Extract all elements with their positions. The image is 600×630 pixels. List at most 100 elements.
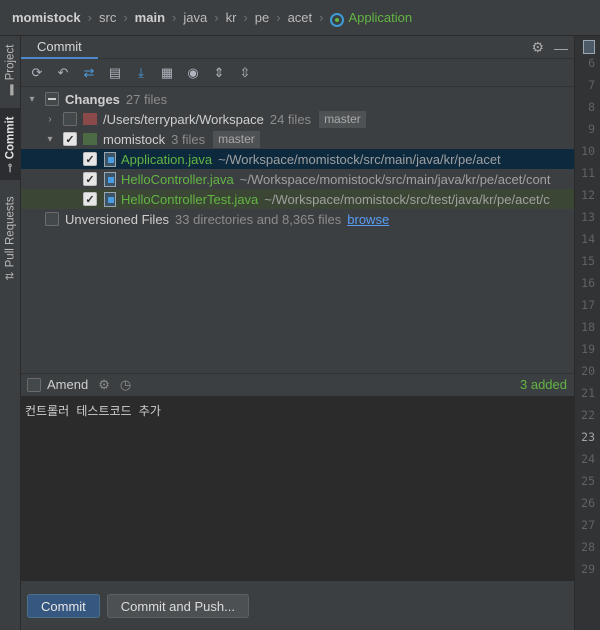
line-number: 14 [581, 232, 595, 246]
tab-project[interactable]: ▬ Project [0, 36, 21, 104]
line-number: 6 [588, 56, 595, 70]
breadcrumb-item-project[interactable]: momistock [12, 10, 81, 25]
breadcrumb-item-kr[interactable]: kr [226, 10, 237, 25]
browse-link[interactable]: browse [347, 212, 389, 227]
gear-icon[interactable]: ⚙ [98, 377, 110, 393]
branch-badge: master [319, 110, 366, 128]
diff-icon[interactable]: ⇄ [79, 63, 99, 83]
tree-node-repo-momistock[interactable]: ▾ ✓ momistock 3 files master [21, 129, 574, 149]
tab-pull-requests[interactable]: ⇅ Pull Requests [0, 188, 21, 288]
tree-node-changes[interactable]: ▾ Changes 27 files [21, 89, 574, 109]
commit-panel: Commit ⚙ — ⟳ ↶ ⇄ ▤ ⤓ ▦ ◉ ⇕ ⇳ ▾ Changes 2… [21, 36, 574, 630]
amend-row: Amend ⚙ ◷ 3 added [21, 373, 574, 395]
file-checkbox[interactable]: ✓ [83, 172, 97, 186]
line-number: 12 [581, 188, 595, 202]
file-path: ~/Workspace/momistock/src/main/java/kr/p… [218, 151, 501, 167]
java-file-icon [103, 172, 117, 187]
line-number: 19 [581, 342, 595, 356]
line-number: 10 [581, 144, 595, 158]
changes-checkbox[interactable] [45, 92, 59, 106]
line-number: 25 [581, 474, 595, 488]
eye-icon[interactable]: ◉ [183, 63, 203, 83]
panel-tab-commit[interactable]: Commit [21, 36, 98, 59]
expand-all-icon[interactable]: ⇕ [209, 63, 229, 83]
tree-node-unversioned[interactable]: Unversioned Files 33 directories and 8,3… [21, 209, 574, 229]
file-checkbox[interactable]: ✓ [83, 152, 97, 166]
gear-icon[interactable]: ⚙ [531, 39, 544, 56]
line-number: 9 [588, 122, 595, 136]
repo-workspace-path: /Users/terrypark/Workspace [103, 111, 264, 127]
java-file-icon [103, 152, 117, 167]
tab-commit[interactable]: ⊸ Commit [0, 108, 21, 180]
folder-icon: ▬ [4, 84, 17, 96]
line-number: 21 [581, 386, 595, 400]
file-path: ~/Workspace/momistock/src/test/java/kr/p… [264, 191, 550, 207]
rollback-icon[interactable]: ↶ [53, 63, 73, 83]
panel-header: Commit ⚙ — [21, 36, 574, 59]
branch-badge: master [213, 130, 260, 148]
breadcrumb-item-pe[interactable]: pe [255, 10, 269, 25]
commit-message-field[interactable]: 컨트롤러 테스트코드 추가 [21, 396, 574, 581]
commit-and-push-button[interactable]: Commit and Push... [106, 594, 249, 618]
repo-workspace-count: 24 files [269, 111, 312, 127]
update-icon[interactable]: ⤓ [131, 63, 151, 83]
repo-momistock-checkbox[interactable]: ✓ [63, 132, 77, 146]
chevron-right-icon: › [276, 10, 281, 25]
file-row-application[interactable]: ✓ Application.java ~/Workspace/momistock… [21, 149, 574, 169]
line-number: 22 [581, 408, 595, 422]
unversioned-checkbox[interactable] [45, 212, 59, 226]
amend-checkbox[interactable] [27, 377, 41, 392]
commit-icon: ⊸ [5, 162, 17, 173]
editor-gutter: 6 7 8 9 10 11 12 13 14 15 16 17 18 19 20 21 22 23 24 25 26 27… [574, 36, 600, 630]
chevron-right-icon: › [319, 10, 324, 25]
minimize-icon[interactable]: — [554, 40, 568, 56]
changes-tree: ▾ Changes 27 files › /Users/terrypark/Wo… [21, 87, 574, 367]
line-number: 8 [588, 100, 595, 114]
line-number: 24 [581, 452, 595, 466]
added-count: 3 added [520, 377, 567, 392]
chevron-down-icon[interactable]: ▾ [43, 134, 57, 145]
spring-app-icon [330, 12, 345, 27]
pull-request-icon: ⇅ [5, 270, 17, 281]
file-checkbox[interactable]: ✓ [83, 192, 97, 206]
changes-count: 27 files [125, 91, 168, 107]
breadcrumb-item-acet[interactable]: acet [288, 10, 313, 25]
commit-toolbar: ⟳ ↶ ⇄ ▤ ⤓ ▦ ◉ ⇕ ⇳ [21, 59, 574, 87]
line-number: 23 [581, 430, 595, 444]
chevron-down-icon[interactable]: ▾ [25, 94, 39, 105]
tree-node-repo-workspace[interactable]: › /Users/terrypark/Workspace 24 files ma… [21, 109, 574, 129]
collapse-all-icon[interactable]: ⇳ [235, 63, 255, 83]
tab-project-label: Project [4, 44, 17, 81]
line-number: 20 [581, 364, 595, 378]
file-path: ~/Workspace/momistock/src/main/java/kr/p… [239, 171, 551, 187]
file-name: Application.java [121, 151, 213, 167]
clock-icon[interactable]: ◷ [120, 377, 131, 393]
line-number: 16 [581, 276, 595, 290]
line-number: 17 [581, 298, 595, 312]
chevron-right-icon: › [87, 10, 92, 25]
breadcrumb-item-main[interactable]: main [135, 10, 165, 25]
group-by-icon[interactable]: ▦ [157, 63, 177, 83]
commit-buttons: Commit Commit and Push... [21, 589, 574, 623]
line-number: 13 [581, 210, 595, 224]
breadcrumb-item-java[interactable]: java [183, 10, 207, 25]
tab-pull-requests-label: Pull Requests [4, 195, 17, 267]
repo-workspace-checkbox[interactable] [63, 112, 77, 126]
chevron-right-icon: › [243, 10, 248, 25]
refresh-icon[interactable]: ⟳ [27, 63, 47, 83]
file-name: HelloController.java [121, 171, 234, 187]
breadcrumb-item-application[interactable]: Application [348, 10, 412, 25]
folder-icon [83, 113, 97, 125]
line-number: 7 [588, 78, 595, 92]
line-number: 29 [581, 562, 595, 576]
file-row-hello-controller[interactable]: ✓ HelloController.java ~/Workspace/momis… [21, 169, 574, 189]
file-row-hello-controller-test[interactable]: ✓ HelloControllerTest.java ~/Workspace/m… [21, 189, 574, 209]
breadcrumb-item-src[interactable]: src [99, 10, 116, 25]
chevron-right-icon: › [214, 10, 219, 25]
line-number: 11 [581, 166, 595, 180]
chevron-right-icon[interactable]: › [43, 114, 57, 125]
repo-momistock-name: momistock [103, 131, 166, 147]
file-icon [583, 40, 595, 54]
commit-button[interactable]: Commit [27, 594, 100, 618]
changelist-icon[interactable]: ▤ [105, 63, 125, 83]
